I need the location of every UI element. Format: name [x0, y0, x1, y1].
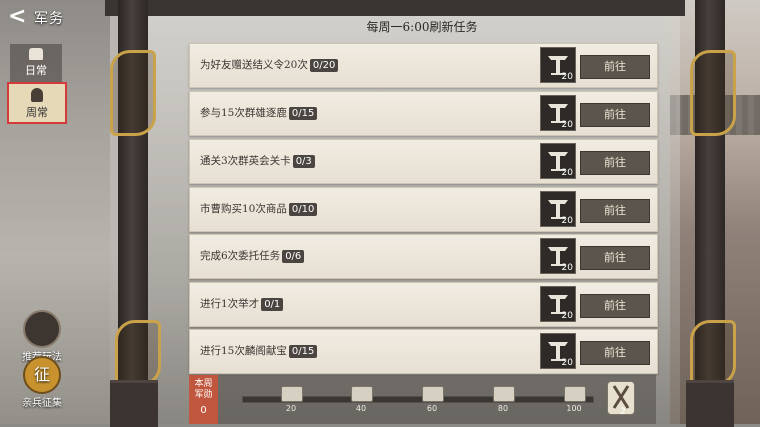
reward-item[interactable]: 20	[540, 238, 576, 274]
task-name: 通关3次群英会关卡 0/3	[200, 153, 315, 168]
reward-item[interactable]: 20	[540, 95, 576, 131]
scroll-ornament-bottom-right	[690, 320, 736, 386]
right-pillar-base	[686, 380, 734, 427]
reward-quantity: 20	[561, 358, 573, 368]
tab-weekly-label: 周常	[26, 106, 48, 119]
weekly-merit-badge: 本周 军勋 0	[189, 375, 218, 424]
tab-weekly[interactable]: 周常	[7, 82, 67, 124]
reward-item[interactable]: 20	[540, 333, 576, 369]
task-progress: 0/3	[292, 155, 315, 168]
reward-quantity: 20	[561, 120, 573, 130]
task-row: 完成6次委托任务 0/6 20 前往	[189, 234, 658, 279]
task-progress: 0/20	[309, 59, 339, 72]
conscript-label: 亲兵征集	[22, 398, 62, 409]
reward-quantity: 20	[561, 216, 573, 226]
milestone-label: 100	[566, 404, 582, 413]
milestone-label: 80	[497, 404, 509, 413]
tab-daily-label: 日常	[25, 64, 47, 77]
dragon-ornament-top-left	[110, 50, 156, 136]
task-name: 完成6次委托任务 0/6	[200, 248, 305, 263]
task-row: 为好友赠送结义令20次 0/20 20 前往	[189, 43, 658, 88]
go-button[interactable]: 前往	[580, 246, 650, 270]
merit-label-line2: 军勋	[194, 390, 213, 400]
task-row: 进行1次举才 0/1 20 前往	[189, 282, 658, 327]
task-progress: 0/10	[288, 203, 318, 216]
reward-chest-40[interactable]	[351, 386, 373, 402]
go-button[interactable]: 前往	[580, 103, 650, 127]
task-name: 进行1次举才 0/1	[200, 296, 284, 311]
milestone-label: 60	[426, 404, 438, 413]
milestone-label: 40	[355, 404, 367, 413]
task-progress: 0/6	[282, 250, 305, 263]
reward-item[interactable]: 20	[540, 47, 576, 83]
go-button[interactable]: 前往	[580, 151, 650, 175]
reward-quantity: 20	[561, 263, 573, 273]
banner-icon	[23, 310, 61, 348]
final-reward-quantity: 2	[620, 407, 626, 417]
reward-item[interactable]: 20	[540, 143, 576, 179]
reward-item[interactable]: 20	[540, 286, 576, 322]
scroll-ornament-bottom-left	[115, 320, 161, 386]
go-button[interactable]: 前往	[580, 294, 650, 318]
go-button[interactable]: 前往	[580, 341, 650, 365]
reward-quantity: 20	[561, 311, 573, 321]
tab-daily[interactable]: 日常	[10, 44, 62, 82]
go-button[interactable]: 前往	[580, 55, 650, 79]
dragon-ornament-top-right	[690, 50, 736, 136]
task-row: 市曹购买10次商品 0/10 20 前往	[189, 187, 658, 232]
conscript-seal-icon: 征	[23, 356, 61, 394]
task-progress: 0/15	[288, 345, 318, 358]
task-row: 进行15次麟阁献宝 0/15 20 前往	[189, 329, 658, 374]
merit-value: 0	[200, 405, 207, 416]
merit-label-line1: 本周	[194, 379, 213, 389]
reward-quantity: 20	[561, 168, 573, 178]
task-name: 进行15次麟阁献宝 0/15	[200, 343, 318, 358]
reward-chest-100[interactable]	[564, 386, 586, 402]
reward-quantity: 20	[561, 72, 573, 82]
reward-chest-20[interactable]	[281, 386, 303, 402]
task-progress: 0/1	[261, 298, 284, 311]
reward-item[interactable]: 20	[540, 191, 576, 227]
task-row: 参与15次群雄逐鹿 0/15 20 前往	[189, 91, 658, 136]
helmet-icon	[31, 88, 43, 102]
refresh-note: 每周一6:00刷新任务	[366, 20, 478, 34]
task-row: 通关3次群英会关卡 0/3 20 前往	[189, 139, 658, 184]
reward-chest-60[interactable]	[422, 386, 444, 402]
scroll-icon	[29, 48, 43, 60]
go-button[interactable]: 前往	[580, 199, 650, 223]
task-name: 市曹购买10次商品 0/10	[200, 201, 318, 216]
page-title: 军务	[34, 11, 64, 27]
task-name: 参与15次群雄逐鹿 0/15	[200, 105, 318, 120]
conscript-button[interactable]: 征 亲兵征集	[20, 356, 64, 409]
reward-chest-80[interactable]	[493, 386, 515, 402]
back-button[interactable]: <	[8, 6, 32, 29]
task-progress: 0/15	[288, 107, 318, 120]
task-name: 为好友赠送结义令20次 0/20	[200, 57, 339, 72]
top-beam	[105, 0, 685, 16]
left-pillar-base	[110, 380, 158, 427]
milestone-label: 20	[285, 404, 297, 413]
